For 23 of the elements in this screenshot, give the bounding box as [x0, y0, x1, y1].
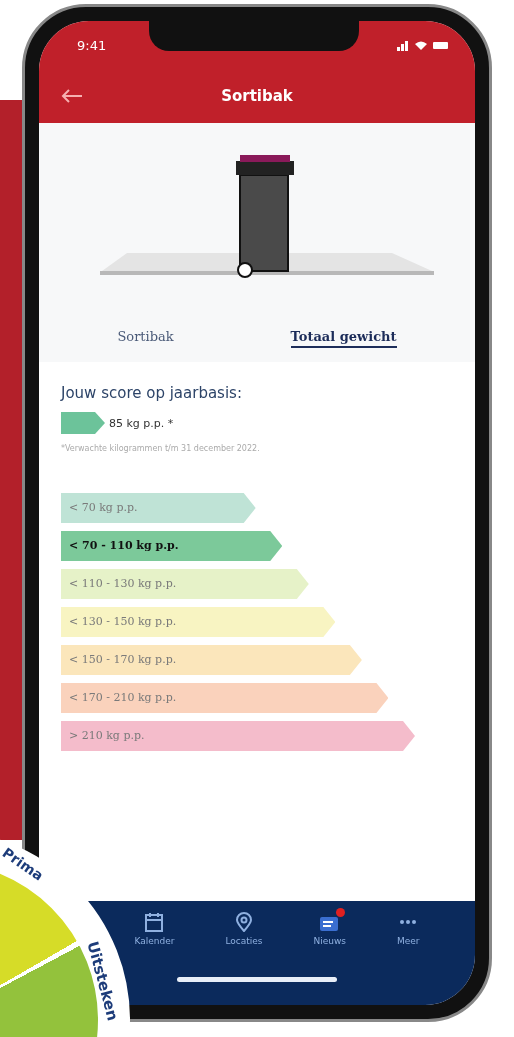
status-time: 9:41	[77, 37, 107, 53]
calendar-icon	[145, 912, 164, 932]
header-title: Sortibak	[221, 87, 293, 105]
nav-item[interactable]: Nieuws	[307, 911, 352, 947]
score-heading: Jouw score op jaarbasis:	[61, 384, 243, 402]
score-range-bar: < 130 - 150 kg p.p.	[61, 607, 336, 637]
score-footnote: *Verwachte kilogrammen t/m 31 december 2022.	[61, 444, 261, 453]
score-range-bar: > 210 kg p.p.	[61, 721, 415, 751]
score-range-bar: < 110 - 130 kg p.p.	[61, 569, 309, 599]
nav-item[interactable]: Locaties	[219, 911, 269, 947]
more-icon	[399, 920, 418, 924]
status-icons	[397, 39, 449, 51]
nav-item[interactable]: Kalender	[128, 911, 181, 947]
view-tab[interactable]: Totaal gewicht	[290, 327, 397, 348]
back-arrow-icon[interactable]	[61, 89, 83, 103]
score-range-bar: < 70 - 110 kg p.p.	[61, 531, 283, 561]
location-pin-icon	[234, 912, 253, 932]
score-value: 85 kg p.p. *	[109, 416, 174, 430]
nav-item[interactable]: Meer	[390, 911, 426, 947]
score-range-bar: < 150 - 170 kg p.p.	[61, 645, 362, 675]
score-range-bar: < 170 - 210 kg p.p.	[61, 683, 389, 713]
score-range-bar: < 70 kg p.p.	[61, 493, 256, 523]
view-tab[interactable]: Sortibak	[117, 327, 174, 348]
